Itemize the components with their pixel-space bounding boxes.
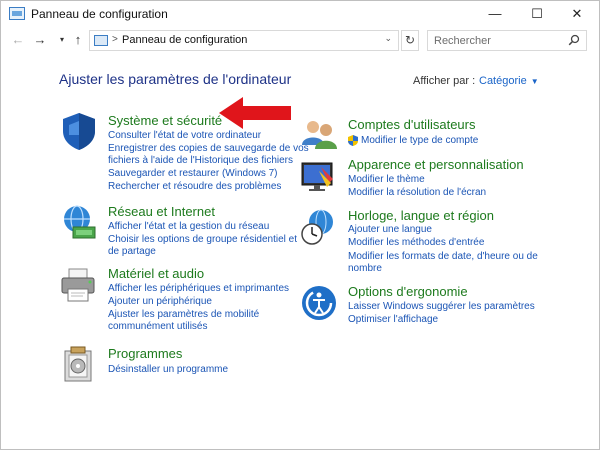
back-button[interactable]: ← <box>9 31 27 49</box>
network-globe-icon[interactable] <box>59 203 99 243</box>
link-homegroup-line1[interactable]: Choisir les options de groupe résidentie… <box>108 234 297 246</box>
category-heading-hardware-sound[interactable]: Matériel et audio <box>108 266 204 281</box>
clock-globe-icon[interactable] <box>299 208 339 248</box>
category-heading-network-internet[interactable]: Réseau et Internet <box>108 204 215 219</box>
link-mobility-settings-line2[interactable]: communément utilisés <box>108 321 207 333</box>
link-mobility-settings-line1[interactable]: Ajuster les paramètres de mobilité <box>108 309 259 321</box>
address-bar[interactable]: > Panneau de configuration ⌄ <box>89 30 399 51</box>
link-windows-suggest-settings[interactable]: Laisser Windows suggérer les paramètres <box>348 301 535 313</box>
link-file-history-line2[interactable]: fichiers à l'aide de l'Historique des fi… <box>108 155 293 167</box>
control-panel-window: Panneau de configuration — ☐ ✕ ← → ▾ ↑ >… <box>0 0 600 450</box>
link-backup-restore[interactable]: Sauvegarder et restaurer (Windows 7) <box>108 168 278 180</box>
category-heading-clock-language-region[interactable]: Horloge, langue et région <box>348 208 494 223</box>
search-input[interactable] <box>434 33 564 48</box>
maximize-button[interactable]: ☐ <box>517 1 557 27</box>
link-file-history-line1[interactable]: Enregistrer des copies de sauvegarde de … <box>108 143 309 155</box>
view-by-label: Afficher par : <box>413 75 476 87</box>
address-bar-row: ← → ▾ ↑ > Panneau de configuration ⌄ ↻ <box>1 27 599 55</box>
search-box[interactable] <box>427 30 587 51</box>
category-heading-programs[interactable]: Programmes <box>108 346 182 361</box>
chevron-down-icon[interactable]: ▼ <box>531 77 539 86</box>
users-icon[interactable] <box>299 115 339 155</box>
shield-icon[interactable] <box>59 111 99 151</box>
view-by-dropdown[interactable]: Catégorie ▼ <box>479 75 539 87</box>
link-change-theme[interactable]: Modifier le thème <box>348 174 425 186</box>
link-homegroup-line2[interactable]: de partage <box>108 246 156 258</box>
breadcrumb-separator[interactable]: > <box>112 34 118 45</box>
minimize-button[interactable]: — <box>475 1 515 27</box>
view-by-value[interactable]: Catégorie <box>479 75 527 87</box>
forward-button[interactable]: → <box>31 31 49 49</box>
window-title: Panneau de configuration <box>31 7 168 21</box>
link-screen-resolution[interactable]: Modifier la résolution de l'écran <box>348 187 486 199</box>
search-icon[interactable] <box>568 34 580 46</box>
ease-of-access-icon[interactable] <box>299 283 339 323</box>
link-date-time-formats-line2[interactable]: nombre <box>348 263 382 275</box>
printer-icon[interactable] <box>59 265 99 305</box>
link-input-methods[interactable]: Modifier les méthodes d'entrée <box>348 237 484 249</box>
link-devices-printers[interactable]: Afficher les périphériques et imprimante… <box>108 283 289 295</box>
link-optimize-display[interactable]: Optimiser l'affichage <box>348 314 438 326</box>
uac-shield-icon <box>348 135 358 146</box>
link-troubleshoot[interactable]: Rechercher et résoudre des problèmes <box>108 181 281 193</box>
link-change-account-type[interactable]: Modifier le type de compte <box>361 135 478 147</box>
link-uninstall-program[interactable]: Désinstaller un programme <box>108 364 228 376</box>
up-button[interactable]: ↑ <box>69 31 87 49</box>
link-date-time-formats-line1[interactable]: Modifier les formats de date, d'heure ou… <box>348 251 538 263</box>
link-network-status[interactable]: Afficher l'état et la gestion du réseau <box>108 221 269 233</box>
category-heading-system-security[interactable]: Système et sécurité <box>108 113 222 128</box>
category-heading-appearance[interactable]: Apparence et personnalisation <box>348 157 524 172</box>
close-button[interactable]: ✕ <box>557 1 597 27</box>
address-dropdown-button[interactable]: ⌄ <box>384 33 392 44</box>
breadcrumb-control-panel[interactable]: Panneau de configuration <box>122 34 247 46</box>
category-heading-ease-of-access[interactable]: Options d'ergonomie <box>348 284 468 299</box>
page-title: Ajuster les paramètres de l'ordinateur <box>59 71 292 87</box>
refresh-button[interactable]: ↻ <box>401 30 419 51</box>
link-add-device[interactable]: Ajouter un périphérique <box>108 296 212 308</box>
appearance-icon[interactable] <box>299 157 339 197</box>
category-heading-user-accounts[interactable]: Comptes d'utilisateurs <box>348 117 475 132</box>
control-panel-app-icon <box>9 7 25 20</box>
title-bar: Panneau de configuration — ☐ ✕ <box>1 1 599 27</box>
link-add-language[interactable]: Ajouter une langue <box>348 224 432 236</box>
control-panel-location-icon <box>94 35 108 46</box>
red-annotation-arrow-icon <box>219 97 291 129</box>
programs-icon[interactable] <box>59 345 99 385</box>
